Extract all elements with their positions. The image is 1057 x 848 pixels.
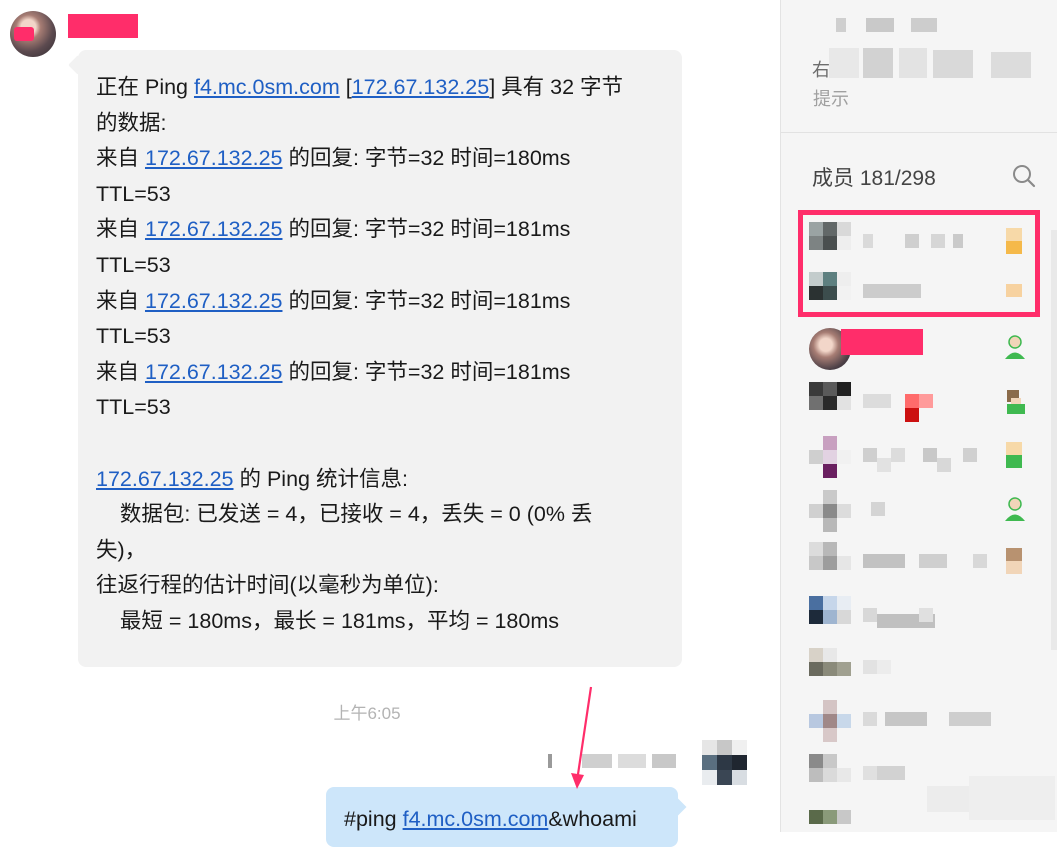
member-list-item[interactable] bbox=[781, 640, 1057, 692]
own-avatar[interactable] bbox=[702, 740, 748, 792]
message-text-segment: TTL=53 bbox=[96, 324, 171, 349]
role-badge-icon bbox=[1006, 548, 1022, 574]
sender-avatar[interactable] bbox=[10, 11, 56, 57]
message-link[interactable]: 172.67.132.25 bbox=[352, 75, 490, 99]
message-text-segment: 的回复: 字节=32 时间=180ms bbox=[282, 146, 571, 171]
message-text-segment: 来自 bbox=[96, 359, 145, 384]
message-text-segment: TTL=53 bbox=[96, 252, 171, 277]
redaction-mark bbox=[14, 27, 34, 41]
message-link[interactable]: f4.mc.0sm.com bbox=[194, 75, 340, 99]
message-line: 往返行程的估计时间(以毫秒为单位): bbox=[96, 568, 666, 604]
message-line: TTL=53 bbox=[96, 177, 666, 213]
member-avatar bbox=[809, 382, 851, 424]
message-text-segment: #ping bbox=[344, 807, 403, 831]
chat-area: 正在 Ping f4.mc.0sm.com [172.67.132.25] 具有… bbox=[0, 0, 780, 847]
message-text-segment: 往返行程的估计时间(以毫秒为单位): bbox=[96, 573, 439, 598]
group-notice-area[interactable]: 右 提示 bbox=[781, 0, 1057, 133]
message-text-segment: 数据包: 已发送 = 4，已接收 = 4，丢失 = 0 (0% 丢 bbox=[96, 502, 593, 527]
scrollbar[interactable] bbox=[1051, 230, 1057, 650]
message-link[interactable]: 172.67.132.25 bbox=[145, 289, 283, 313]
message-link[interactable]: 172.67.132.25 bbox=[96, 467, 234, 491]
member-avatar bbox=[809, 490, 851, 532]
message-line: TTL=53 bbox=[96, 390, 666, 426]
member-list-item[interactable] bbox=[781, 374, 1057, 426]
ping-output-text: 正在 Ping f4.mc.0sm.com [172.67.132.25] 具有… bbox=[96, 70, 666, 640]
message-line: 来自 172.67.132.25 的回复: 字节=32 时间=181ms bbox=[96, 355, 666, 391]
member-list-item[interactable] bbox=[781, 320, 1057, 372]
message-line: 来自 172.67.132.25 的回复: 字节=32 时间=180ms bbox=[96, 141, 666, 177]
message-line: TTL=53 bbox=[96, 319, 666, 355]
message-text-segment: 的回复: 字节=32 时间=181ms bbox=[282, 217, 571, 242]
message-line: 来自 172.67.132.25 的回复: 字节=32 时间=181ms bbox=[96, 212, 666, 248]
message-text-segment: 最短 = 180ms，最长 = 181ms，平均 = 180ms bbox=[96, 608, 560, 633]
member-avatar bbox=[809, 542, 851, 584]
message-line: 正在 Ping f4.mc.0sm.com [172.67.132.25] 具有… bbox=[96, 70, 666, 106]
message-text-segment: 的数据: bbox=[96, 110, 167, 135]
member-panel: 右 提示 成员 181/298 bbox=[780, 0, 1057, 832]
member-name-redacted bbox=[841, 329, 923, 355]
message-text-segment: [ bbox=[339, 75, 352, 99]
message-text-segment: ] 具有 32 字节 bbox=[489, 75, 623, 99]
members-count-label: 成员 181/298 bbox=[812, 167, 936, 190]
member-list-item[interactable] bbox=[781, 692, 1057, 744]
member-avatar bbox=[809, 436, 851, 478]
notice-hint: 提示 bbox=[813, 89, 849, 109]
outgoing-command-text: #ping f4.mc.0sm.com&whoami bbox=[344, 806, 637, 832]
incoming-message-bubble[interactable]: 正在 Ping f4.mc.0sm.com [172.67.132.25] 具有… bbox=[78, 50, 682, 667]
member-avatar bbox=[809, 700, 851, 742]
message-text-segment: 的 Ping 统计信息: bbox=[233, 466, 408, 491]
role-badge-icon bbox=[1006, 442, 1022, 468]
person-icon bbox=[1007, 390, 1025, 414]
message-link[interactable]: f4.mc.0sm.com bbox=[403, 807, 549, 831]
member-avatar bbox=[809, 804, 851, 846]
message-line: 失)， bbox=[96, 533, 666, 569]
message-line: 数据包: 已发送 = 4，已接收 = 4，丢失 = 0 (0% 丢 bbox=[96, 497, 666, 533]
outgoing-message-bubble[interactable]: #ping f4.mc.0sm.com&whoami bbox=[326, 787, 678, 847]
message-line: 的数据: bbox=[96, 106, 666, 142]
member-list-item[interactable] bbox=[781, 588, 1057, 640]
message-text-segment: &whoami bbox=[548, 807, 637, 831]
search-icon[interactable] bbox=[1011, 163, 1037, 189]
message-line bbox=[96, 426, 666, 462]
member-avatar bbox=[809, 596, 851, 638]
message-line: 172.67.132.25 的 Ping 统计信息: bbox=[96, 462, 666, 498]
message-link[interactable]: 172.67.132.25 bbox=[145, 217, 283, 241]
message-text-segment: TTL=53 bbox=[96, 395, 171, 420]
message-text-segment: 失)， bbox=[96, 537, 147, 562]
member-list-item[interactable] bbox=[781, 534, 1057, 586]
message-link[interactable]: 172.67.132.25 bbox=[145, 146, 283, 170]
member-avatar bbox=[809, 648, 851, 690]
member-list-item[interactable] bbox=[781, 428, 1057, 480]
arrow-annotation bbox=[571, 686, 593, 789]
message-line: 最短 = 180ms，最长 = 181ms，平均 = 180ms bbox=[96, 604, 666, 640]
sender-name-redacted bbox=[68, 14, 138, 38]
message-line: TTL=53 bbox=[96, 248, 666, 284]
member-list-item[interactable] bbox=[781, 482, 1057, 534]
message-text-segment: 的回复: 字节=32 时间=181ms bbox=[282, 288, 571, 313]
notice-text: 右 bbox=[812, 60, 830, 80]
message-line: 来自 172.67.132.25 的回复: 字节=32 时间=181ms bbox=[96, 284, 666, 320]
person-icon bbox=[1005, 335, 1025, 359]
message-text-segment: 来自 bbox=[96, 146, 145, 171]
message-text-segment: TTL=53 bbox=[96, 181, 171, 206]
message-timestamp: 上午6:05 bbox=[333, 704, 401, 723]
message-link[interactable]: 172.67.132.25 bbox=[145, 360, 283, 384]
message-text-segment: 来自 bbox=[96, 217, 145, 242]
message-text-segment: 来自 bbox=[96, 288, 145, 313]
highlight-annotation-box bbox=[798, 210, 1040, 317]
message-text-segment: 的回复: 字节=32 时间=181ms bbox=[282, 359, 571, 384]
person-icon bbox=[1005, 497, 1025, 521]
message-text-segment: 正在 Ping bbox=[96, 75, 194, 99]
member-avatar bbox=[809, 754, 851, 796]
